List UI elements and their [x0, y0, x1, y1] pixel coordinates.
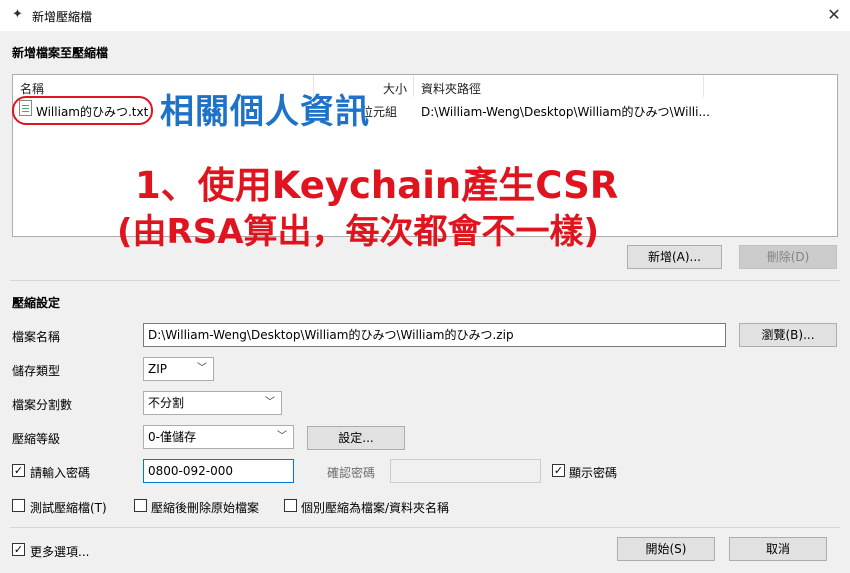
split-select-value: 不分割: [148, 396, 185, 410]
title-bar: [0, 0, 850, 31]
password-label: 請輸入密碼: [30, 466, 91, 480]
split-label: 檔案分割數: [12, 398, 73, 412]
column-separator: [413, 75, 414, 97]
column-name[interactable]: 名稱: [20, 80, 44, 97]
more-options-checkbox[interactable]: ✓: [12, 543, 25, 556]
pin-icon: ✦: [12, 7, 23, 22]
divider: [10, 527, 840, 528]
browse-button[interactable]: 瀏覽(B)...: [739, 323, 837, 347]
divider: [10, 280, 840, 281]
filename-label: 檔案名稱: [12, 330, 61, 344]
type-select[interactable]: ZIP ﹀: [143, 357, 214, 381]
password-input[interactable]: 0800-092-000: [143, 459, 294, 483]
test-archive-label: 測試壓縮檔(T): [30, 501, 107, 515]
test-archive-checkbox[interactable]: [12, 499, 25, 512]
delete-original-label: 壓縮後刪除原始檔案: [151, 501, 260, 515]
add-button[interactable]: 新增(A)...: [627, 245, 722, 269]
type-select-value: ZIP: [148, 362, 167, 376]
file-row-path: D:\William-Weng\Desktop\William的ひみつ\Will…: [421, 105, 710, 119]
add-files-heading: 新增檔案至壓縮檔: [12, 46, 109, 60]
separate-archive-label: 個別壓縮為檔案/資料夾名稱: [301, 501, 450, 515]
type-label: 儲存類型: [12, 364, 61, 378]
level-label: 壓縮等級: [12, 432, 61, 446]
show-password-checkbox[interactable]: ✓: [552, 464, 565, 477]
confirm-password-input[interactable]: [390, 459, 541, 483]
start-button[interactable]: 開始(S): [617, 537, 715, 561]
annotation-red-line1: 1、使用Keychain產生CSR: [135, 164, 619, 207]
settings-button[interactable]: 設定...: [307, 426, 405, 450]
chevron-down-icon: ﹀: [197, 363, 207, 374]
window-title: 新增壓縮檔: [32, 10, 93, 24]
delete-original-checkbox[interactable]: [134, 499, 147, 512]
column-path[interactable]: 資料夾路徑: [421, 80, 481, 97]
more-options-label: 更多選項...: [30, 545, 90, 559]
cancel-button[interactable]: 取消: [729, 537, 827, 561]
confirm-password-label: 確認密碼: [327, 466, 376, 480]
annotation-blue: 相關個人資訊: [160, 92, 370, 132]
delete-button[interactable]: 刪除(D): [739, 245, 837, 269]
chevron-down-icon: ﹀: [265, 397, 275, 408]
column-size[interactable]: 大小: [383, 80, 407, 97]
close-icon[interactable]: ✕: [822, 4, 846, 26]
separate-archive-checkbox[interactable]: [284, 499, 297, 512]
level-select-value: 0-僅儲存: [148, 430, 196, 444]
compress-heading: 壓縮設定: [12, 296, 61, 310]
level-select[interactable]: 0-僅儲存 ﹀: [143, 425, 294, 449]
column-separator: [703, 75, 704, 97]
highlight-oval: [12, 96, 153, 125]
show-password-label: 顯示密碼: [569, 466, 618, 480]
chevron-down-icon: ﹀: [277, 431, 287, 442]
password-checkbox[interactable]: ✓: [12, 464, 25, 477]
annotation-red-line2: (由RSA算出，每次都會不一樣): [117, 212, 600, 252]
split-select[interactable]: 不分割 ﹀: [143, 391, 282, 415]
filename-input[interactable]: D:\William-Weng\Desktop\William的ひみつ\Will…: [143, 323, 726, 347]
